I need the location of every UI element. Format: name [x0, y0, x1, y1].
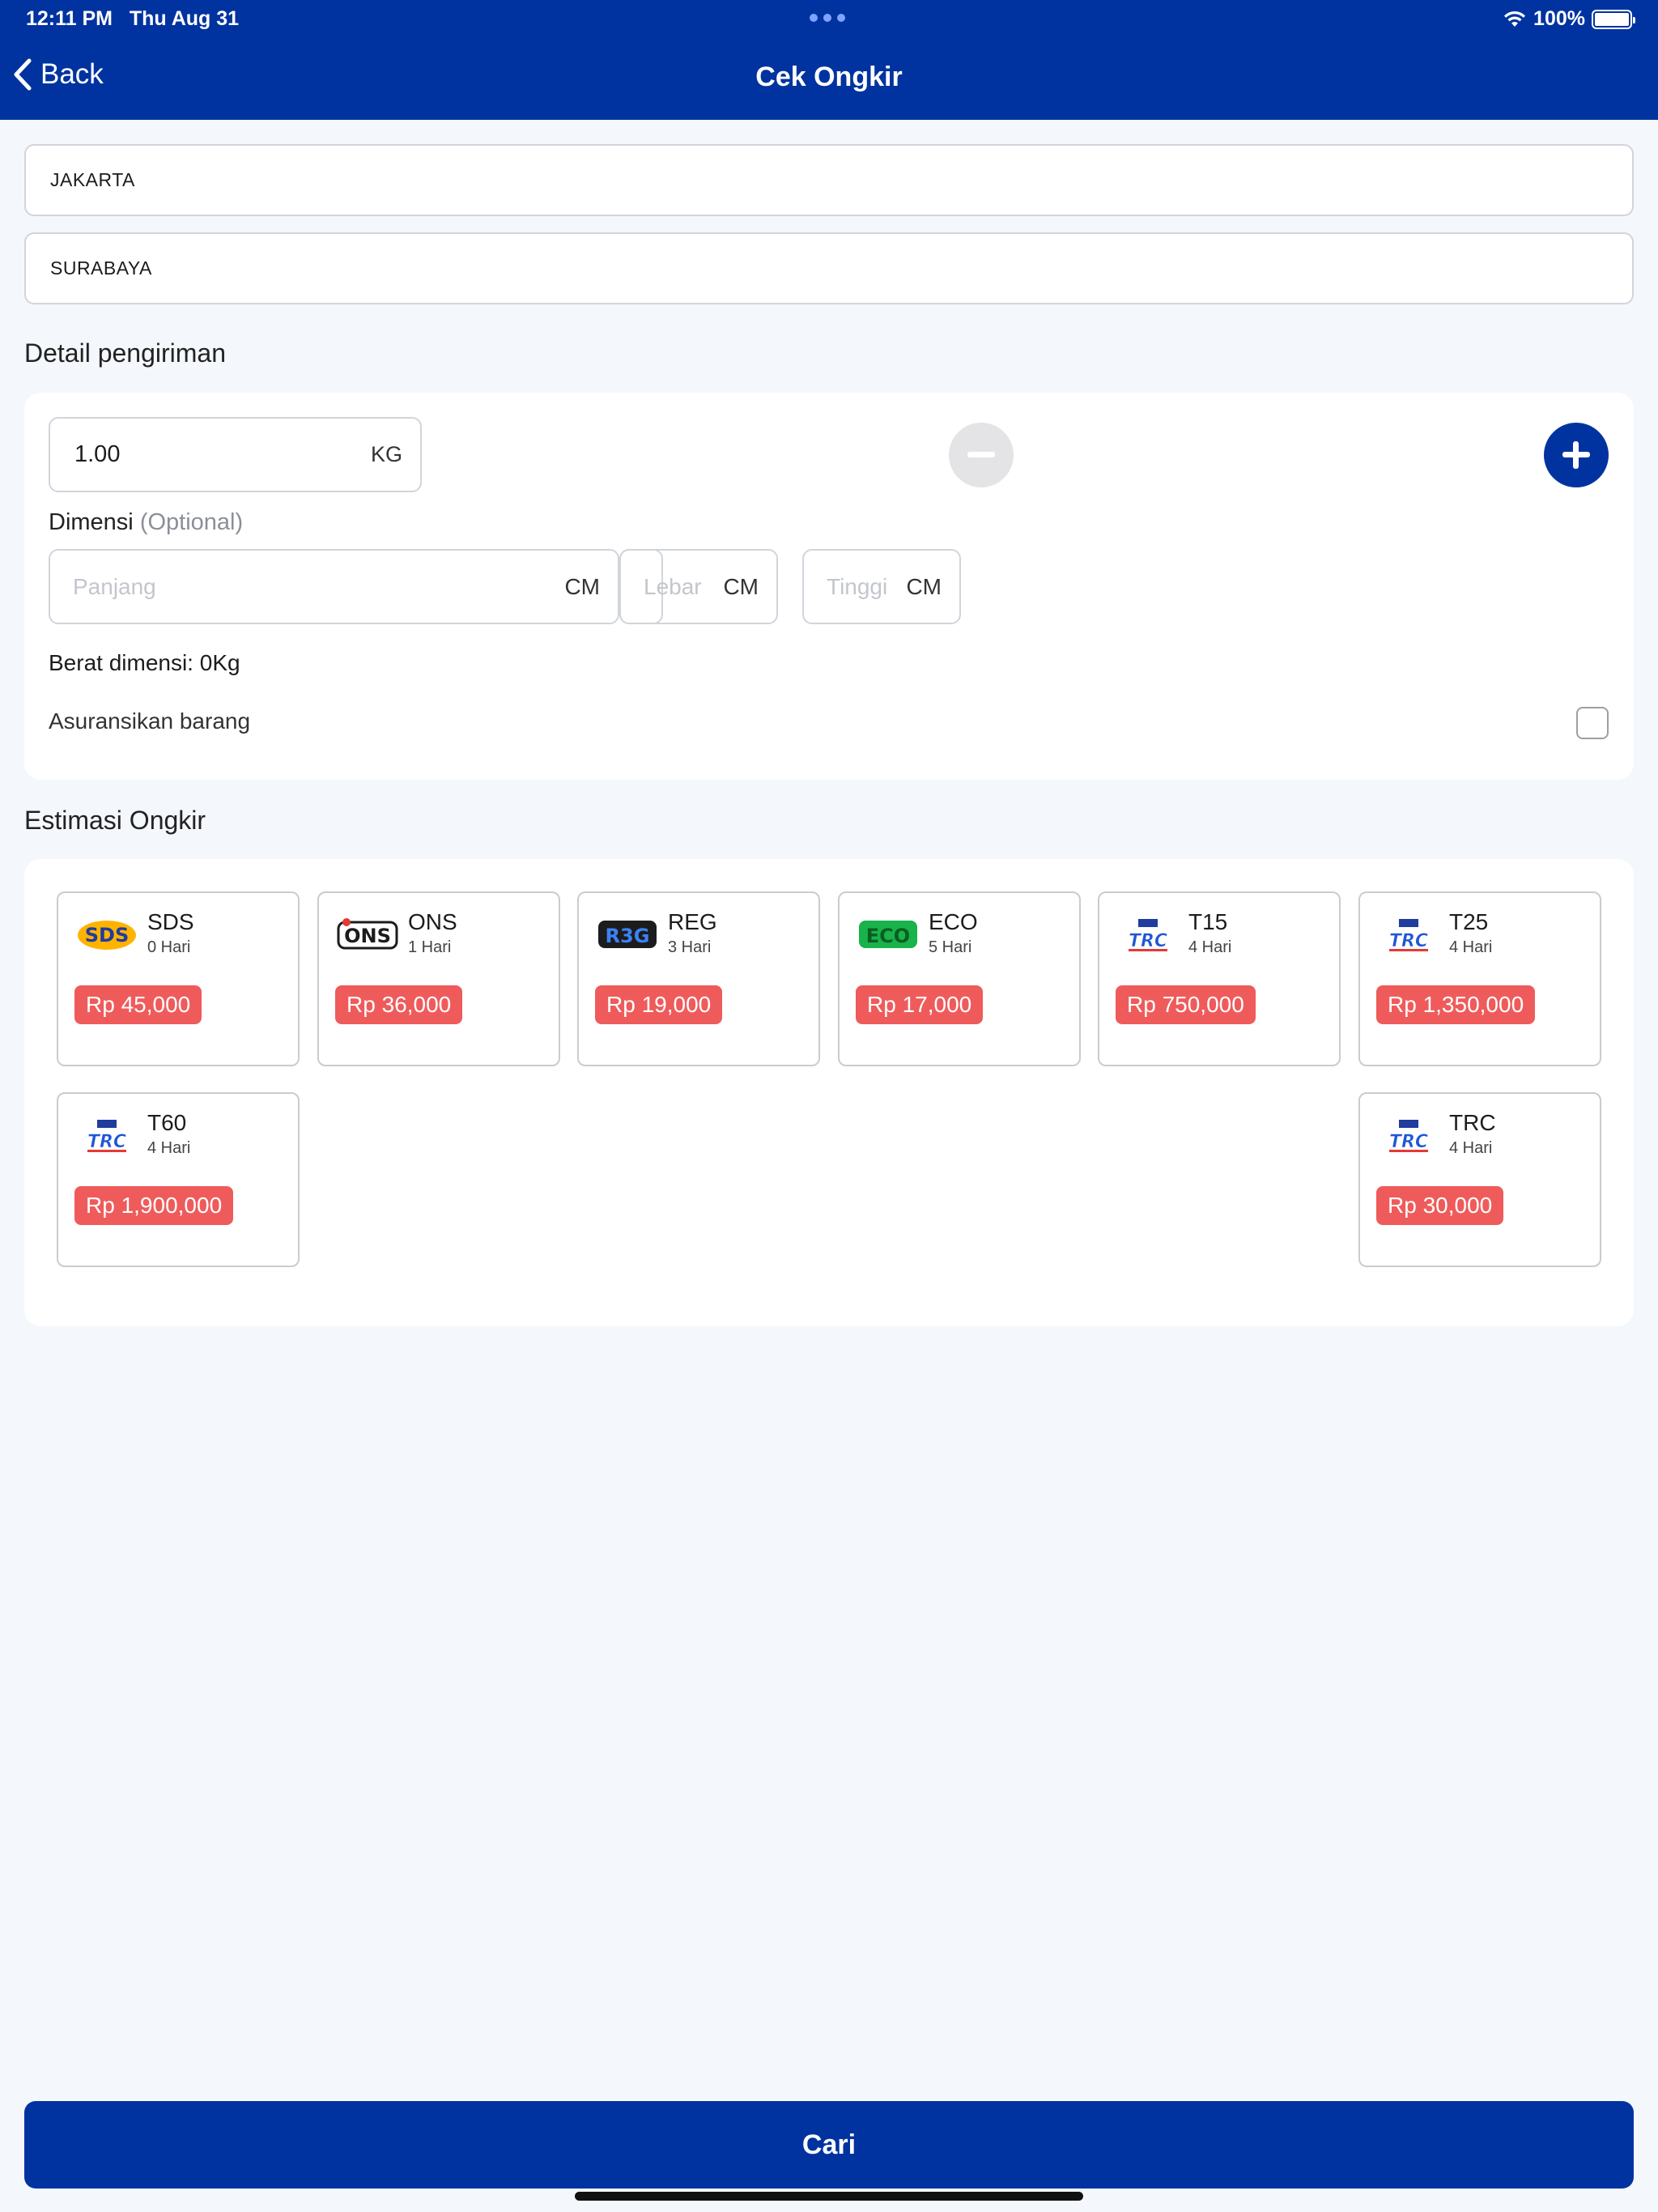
battery-icon: [1592, 9, 1635, 29]
weight-value: 1.00: [74, 441, 121, 467]
dimension-label-text: Dimensi: [49, 509, 134, 535]
sds-logo-icon: SDS: [78, 921, 136, 950]
status-clock: 12:11 PM: [26, 7, 113, 30]
courier-price-badge: Rp 19,000: [595, 985, 723, 1024]
trc-logo-icon: TRC: [1389, 919, 1428, 951]
courier-name: ONS: [408, 909, 457, 934]
plus-icon: [1562, 441, 1590, 469]
courier-days: 4 Hari: [1188, 938, 1232, 956]
insurance-label: Asuransikan barang: [49, 708, 251, 734]
width-placeholder: Lebar: [644, 573, 702, 599]
courier-name: ECO: [929, 909, 978, 934]
estimate-section-title: Estimasi Ongkir: [24, 806, 206, 835]
dimension-optional-text: (Optional): [139, 509, 244, 535]
destination-field[interactable]: SURABAYA: [24, 232, 1634, 304]
battery-percent: 100%: [1533, 7, 1585, 30]
ons-logo-icon: ONS: [337, 918, 398, 950]
courier-card-eco[interactable]: ECO ECO 5 Hari Rp 17,000: [838, 891, 1081, 1066]
dimension-label: Dimensi (Optional): [49, 509, 243, 536]
detail-section-title: Detail pengiriman: [24, 338, 227, 368]
svg-text:R3G: R3G: [606, 925, 650, 947]
trc-logo-icon: TRC: [87, 1120, 126, 1152]
courier-name: REG: [668, 909, 717, 934]
increase-weight-button[interactable]: [1544, 423, 1609, 487]
height-input[interactable]: Tinggi CM: [802, 549, 961, 624]
courier-name: SDS: [147, 909, 194, 934]
status-date: Thu Aug 31: [129, 7, 240, 30]
courier-card-t15[interactable]: TRC T15 4 Hari Rp 750,000: [1098, 891, 1341, 1066]
width-input[interactable]: Lebar CM: [619, 549, 778, 624]
courier-days: 0 Hari: [147, 938, 191, 956]
courier-name: T60: [147, 1110, 187, 1135]
svg-text:SDS: SDS: [85, 924, 130, 946]
courier-card-trc[interactable]: TRC TRC 4 Hari Rp 30,000: [1358, 1092, 1601, 1267]
courier-days: 3 Hari: [668, 938, 712, 956]
svg-text:TRC: TRC: [1389, 931, 1428, 951]
courier-price-badge: Rp 17,000: [856, 985, 984, 1024]
courier-price-badge: Rp 1,350,000: [1376, 985, 1536, 1024]
trc-logo-icon: TRC: [1389, 1120, 1428, 1152]
weight-input[interactable]: 1.00 KG: [49, 417, 422, 492]
courier-days: 4 Hari: [1449, 1139, 1493, 1157]
courier-days: 5 Hari: [929, 938, 972, 956]
courier-name: T25: [1449, 909, 1489, 934]
multitasking-dots-icon[interactable]: [810, 14, 845, 22]
status-bar: 12:11 PM Thu Aug 31 100%: [0, 0, 1658, 39]
page-title: Cek Ongkir: [755, 62, 903, 92]
courier-card-t60[interactable]: TRC T60 4 Hari Rp 1,900,000: [57, 1092, 300, 1267]
courier-price-badge: Rp 750,000: [1116, 985, 1256, 1024]
reg-logo-icon: R3G: [598, 921, 657, 948]
detail-card: 1.00 KG Dimensi (Optional) Panjang CM Le…: [24, 393, 1634, 780]
home-indicator[interactable]: [575, 2192, 1083, 2201]
status-indicators: 100%: [1503, 7, 1635, 31]
trc-logo-icon: TRC: [1129, 919, 1167, 951]
courier-card-sds[interactable]: SDS SDS 0 Hari Rp 45,000: [57, 891, 300, 1066]
courier-days: 4 Hari: [1449, 938, 1493, 956]
status-time: 12:11 PM Thu Aug 31: [26, 7, 239, 31]
svg-text:TRC: TRC: [1389, 1132, 1428, 1152]
wifi-icon: [1504, 11, 1526, 27]
width-unit: CM: [723, 573, 759, 599]
length-unit: CM: [564, 573, 600, 599]
estimate-card: SDS SDS 0 Hari Rp 45,000 ONS ONS 1 Hari …: [24, 859, 1634, 1326]
courier-card-ons[interactable]: ONS ONS 1 Hari Rp 36,000: [317, 891, 560, 1066]
weight-unit: KG: [370, 442, 402, 466]
courier-price-badge: Rp 36,000: [335, 985, 463, 1024]
courier-days: 1 Hari: [408, 938, 452, 956]
dimension-weight-text: Berat dimensi: 0Kg: [49, 650, 240, 675]
origin-field[interactable]: JAKARTA: [24, 144, 1634, 216]
height-placeholder: Tinggi: [827, 573, 888, 599]
app-header: 12:11 PM Thu Aug 31 100% Back Cek Ongkir: [0, 0, 1658, 120]
svg-text:TRC: TRC: [1129, 931, 1167, 951]
courier-name: TRC: [1449, 1110, 1496, 1135]
search-button[interactable]: Cari: [24, 2101, 1634, 2189]
svg-text:ONS: ONS: [344, 925, 391, 947]
svg-text:TRC: TRC: [87, 1132, 126, 1152]
minus-icon: [967, 441, 995, 469]
eco-logo-icon: ECO: [859, 921, 917, 948]
height-unit: CM: [906, 573, 942, 599]
courier-name: T15: [1188, 909, 1228, 934]
courier-card-reg[interactable]: R3G REG 3 Hari Rp 19,000: [577, 891, 820, 1066]
svg-text:ECO: ECO: [866, 925, 910, 947]
courier-price-badge: Rp 45,000: [74, 985, 202, 1024]
length-input[interactable]: Panjang CM: [49, 549, 619, 624]
courier-price-badge: Rp 30,000: [1376, 1186, 1504, 1225]
courier-card-t25[interactable]: TRC T25 4 Hari Rp 1,350,000: [1358, 891, 1601, 1066]
courier-days: 4 Hari: [147, 1139, 191, 1157]
insurance-checkbox[interactable]: [1576, 707, 1609, 739]
courier-price-badge: Rp 1,900,000: [74, 1186, 234, 1225]
length-placeholder: Panjang: [73, 573, 156, 599]
decrease-weight-button[interactable]: [949, 423, 1014, 487]
